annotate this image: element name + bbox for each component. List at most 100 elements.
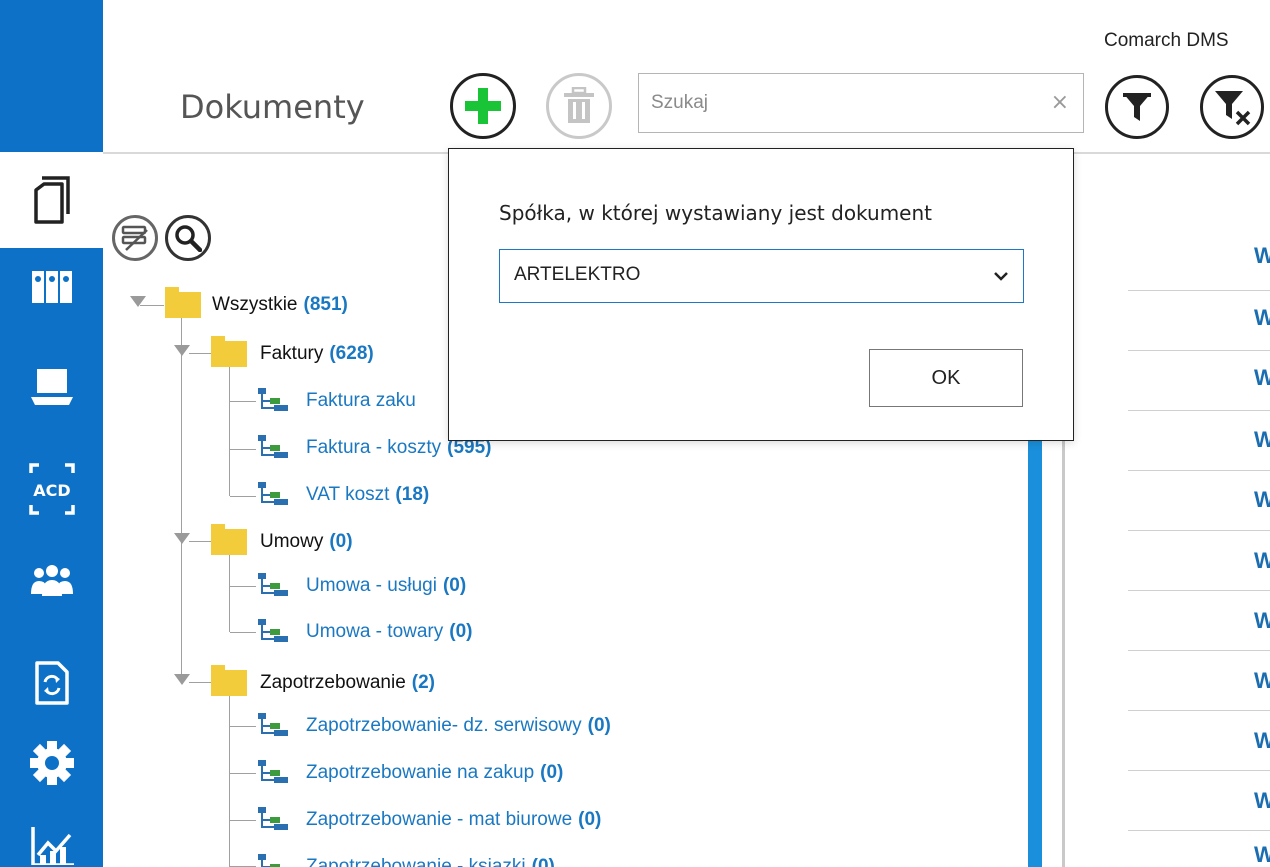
document-type-icon [258, 573, 288, 596]
sidebar-item-laptop[interactable] [0, 362, 103, 412]
document-type-icon [258, 760, 288, 783]
tree-connector [230, 773, 256, 774]
list-separator [1128, 590, 1270, 591]
company-label: Spółka, w której wystawiany jest dokumen… [499, 201, 932, 225]
sidebar-item-users[interactable] [0, 556, 103, 606]
tree-connector [230, 449, 256, 450]
company-dialog: Spółka, w której wystawiany jest dokumen… [448, 148, 1074, 441]
tree-connector [189, 682, 211, 683]
trash-icon [564, 87, 594, 123]
company-select[interactable]: ARTELEKTRO [499, 249, 1024, 303]
tree-node-group[interactable]: Umowy (0) [260, 527, 353, 557]
list-item-letter[interactable]: W [1254, 728, 1270, 754]
expand-toggle-icon[interactable] [174, 533, 190, 544]
tree-node-group[interactable]: Faktury (628) [260, 339, 374, 369]
add-button[interactable] [450, 73, 516, 139]
list-item-letter[interactable]: W [1254, 788, 1270, 814]
tree-connector [229, 362, 230, 496]
folder-icon [165, 287, 201, 318]
expand-toggle-icon[interactable] [174, 345, 190, 356]
sidebar-item-acd[interactable]: ACD [0, 456, 103, 522]
company-selected-value: ARTELEKTRO [514, 264, 641, 285]
tree-connector [230, 820, 256, 821]
document-type-icon [258, 435, 288, 458]
chevron-down-icon [994, 272, 1008, 281]
list-item-letter[interactable]: W [1254, 668, 1270, 694]
tree-node-doctype[interactable]: Umowa - towary (0) [256, 617, 472, 647]
search-box: × [638, 73, 1084, 133]
list-separator [1128, 290, 1270, 291]
tree-node-doctype[interactable]: Zapotrzebowanie - mat biurowe (0) [256, 805, 601, 835]
svg-text:ACD: ACD [33, 481, 70, 500]
folder-icon [211, 336, 247, 367]
tree-search-button[interactable] [165, 215, 211, 261]
filter-clear-button[interactable] [1200, 75, 1264, 139]
list-separator [1128, 410, 1270, 411]
tree-node-doctype[interactable]: Umowa - usługi (0) [256, 571, 466, 601]
sidebar-item-document-sync[interactable] [0, 655, 103, 711]
funnel-clear-icon [1215, 91, 1251, 126]
gear-icon [29, 741, 74, 785]
tree-connector [230, 726, 256, 727]
expand-toggle-icon[interactable] [174, 674, 190, 685]
plus-icon [465, 88, 501, 124]
list-separator [1128, 530, 1270, 531]
users-icon [30, 565, 73, 596]
filter-button[interactable] [1105, 75, 1169, 139]
document-type-icon [258, 854, 280, 867]
list-item-letter[interactable]: W [1254, 243, 1270, 269]
list-separator [1128, 830, 1270, 831]
list-item-letter[interactable]: W [1254, 487, 1270, 513]
list-separator [1128, 770, 1270, 771]
sidebar-item-reports[interactable] [0, 822, 103, 867]
document-type-icon [258, 713, 288, 736]
tree-node-doctype[interactable]: Zapotrzebowanie- dz. serwisowy (0) [256, 711, 611, 741]
list-separator [1128, 470, 1270, 471]
tree-scrollbar[interactable] [1028, 440, 1042, 867]
document-type-icon [258, 807, 288, 830]
tree-connector [189, 541, 211, 542]
sidebar-item-documents[interactable] [0, 152, 103, 248]
expand-toggle-icon[interactable] [130, 296, 146, 307]
ok-button[interactable]: OK [869, 349, 1023, 407]
tree-node-root[interactable]: Wszystkie (851) [212, 290, 348, 320]
sidebar-item-binders[interactable] [0, 262, 103, 312]
tree-node-doctype[interactable]: Zapotrzebowanie - ksiazki (0) [256, 852, 555, 867]
collapse-tree-icon [121, 225, 148, 251]
list-item-letter[interactable]: W [1254, 427, 1270, 453]
tree-connector [181, 310, 182, 680]
acd-scan-icon: ACD [28, 463, 75, 515]
folder-icon [211, 665, 247, 696]
sidebar-item-settings[interactable] [0, 735, 103, 791]
list-item-letter[interactable]: W [1254, 842, 1270, 867]
binders-icon [31, 271, 72, 303]
tree-collapse-button[interactable] [112, 215, 158, 261]
tree-connector [229, 692, 230, 867]
delete-button[interactable] [546, 73, 612, 139]
tree-node-doctype[interactable]: VAT koszt (18) [256, 480, 429, 510]
chart-icon [30, 826, 74, 865]
folder-icon [211, 524, 247, 555]
tree-connector [230, 586, 256, 587]
list-item-letter[interactable]: W [1254, 608, 1270, 634]
sidebar: ACD [0, 0, 103, 867]
tree-connector [189, 353, 211, 354]
tree-connector [230, 401, 256, 402]
list-separator [1128, 350, 1270, 351]
laptop-icon [30, 369, 73, 405]
search-clear-icon[interactable]: × [1051, 89, 1069, 117]
document-sync-icon [34, 661, 69, 705]
tree-node-doctype[interactable]: Faktura zaku [256, 386, 422, 416]
magnifier-icon [175, 225, 202, 252]
tree-node-doctype[interactable]: Zapotrzebowanie na zakup (0) [256, 758, 563, 788]
list-item-letter[interactable]: W [1254, 548, 1270, 574]
list-item-letter[interactable]: W [1254, 305, 1270, 331]
tree-node-group[interactable]: Zapotrzebowanie (2) [260, 668, 435, 698]
list-separator [1128, 650, 1270, 651]
tree-connector [229, 550, 230, 632]
search-input[interactable] [651, 88, 1031, 118]
document-type-icon [258, 619, 288, 642]
window-title: Comarch DMS [1104, 30, 1229, 51]
list-separator [1128, 710, 1270, 711]
list-item-letter[interactable]: W [1254, 365, 1270, 391]
